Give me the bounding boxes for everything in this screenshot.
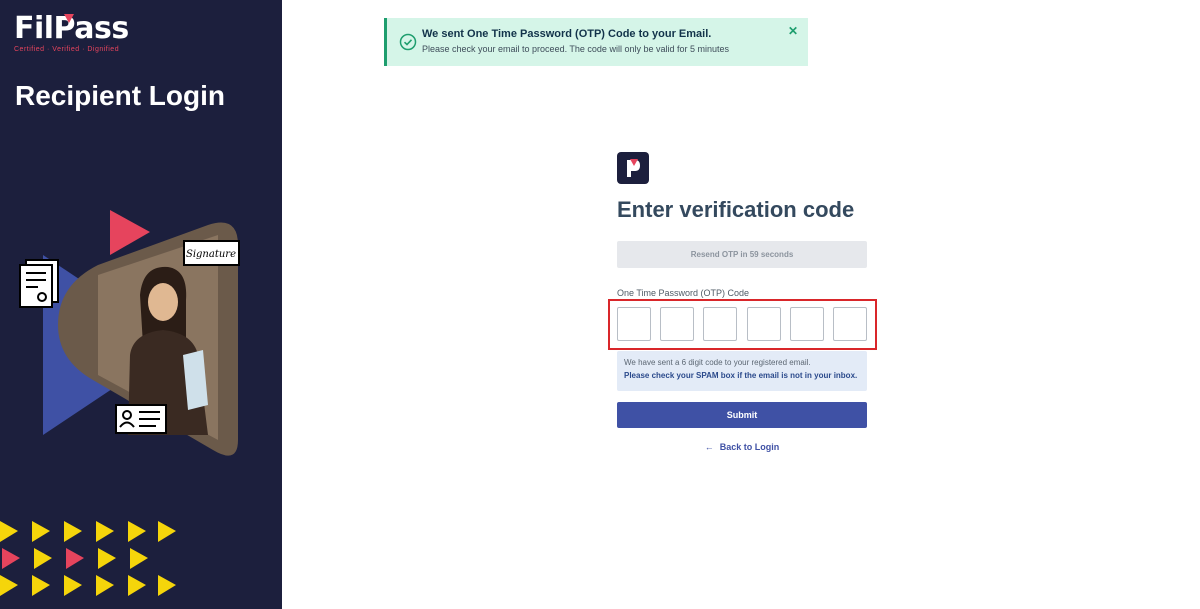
otp-sent-toast: We sent One Time Password (OTP) Code to …: [384, 18, 808, 66]
check-circle-icon: [399, 33, 417, 51]
page-title: Recipient Login: [15, 80, 225, 111]
app-logo-icon: [617, 152, 649, 184]
heart-icon: [64, 14, 74, 23]
close-icon[interactable]: ✕: [788, 24, 798, 38]
toast-title: We sent One Time Password (OTP) Code to …: [422, 28, 712, 40]
otp-label: One Time Password (OTP) Code: [617, 288, 750, 298]
verification-form: Enter verification code Resend OTP in 59…: [608, 152, 877, 452]
left-panel: FilPass Certified · Verified · Dignified…: [0, 0, 282, 609]
otp-digit-3[interactable]: [703, 307, 737, 341]
otp-digit-6[interactable]: [833, 307, 867, 341]
play-icon: [110, 210, 150, 255]
arrow-left-icon: ←: [704, 442, 714, 452]
info-text: We have sent a 6 digit code to your regi…: [624, 358, 811, 367]
signature-card: Signature: [183, 240, 240, 266]
brand-logo: FilPass Certified · Verified · Dignified: [14, 14, 129, 54]
otp-digit-4[interactable]: [747, 307, 781, 341]
info-box: We have sent a 6 digit code to your regi…: [617, 351, 867, 391]
document-icon: [19, 259, 59, 308]
otp-digit-2[interactable]: [660, 307, 694, 341]
otp-digit-5[interactable]: [790, 307, 824, 341]
submit-button[interactable]: Submit: [617, 402, 867, 428]
hero-illustration: Signature: [19, 210, 240, 456]
otp-input-row: [617, 307, 867, 341]
id-card-icon: [115, 404, 167, 434]
toast-message: Please check your email to proceed. The …: [422, 44, 729, 54]
otp-digit-1[interactable]: [617, 307, 651, 341]
decorative-triangles: [0, 521, 176, 596]
back-to-login-link[interactable]: ← Back to Login: [617, 442, 867, 452]
back-label: Back to Login: [719, 442, 780, 452]
resend-otp-button[interactable]: Resend OTP in 59 seconds: [617, 241, 867, 268]
svg-text:Signature: Signature: [186, 249, 236, 260]
spam-notice: Please check your SPAM box if the email …: [624, 371, 858, 380]
form-title: Enter verification code: [617, 197, 855, 222]
brand-tagline: Certified · Verified · Dignified: [14, 46, 120, 53]
